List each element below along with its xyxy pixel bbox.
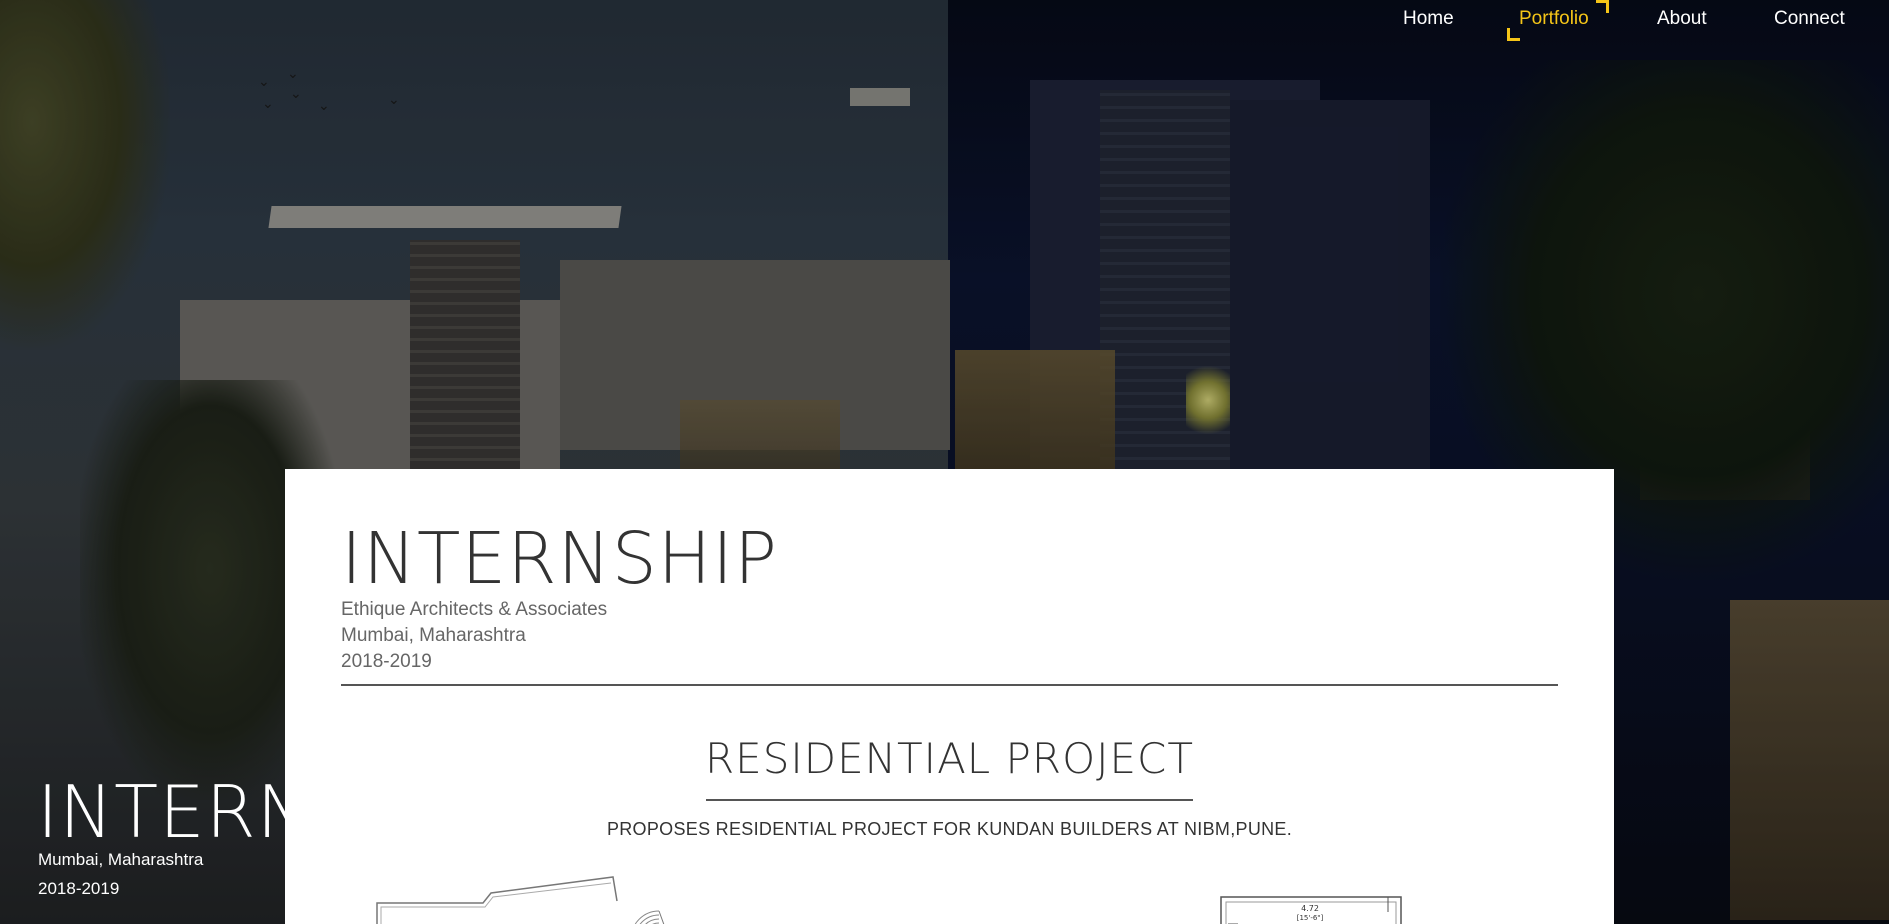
nav-about-link[interactable]: About xyxy=(1657,8,1707,30)
nav-home-link[interactable]: Home xyxy=(1403,8,1454,30)
site-plan-drawing xyxy=(376,876,665,924)
plan-dimension-label: 4.72 xyxy=(1301,904,1319,913)
active-bracket-icon xyxy=(1596,0,1609,13)
page-title: INTERNSHIP xyxy=(341,517,778,600)
section-title: RESIDENTIAL PROJECT xyxy=(704,734,1195,783)
nav-portfolio-link[interactable]: Portfolio xyxy=(1519,8,1589,30)
company-location: Mumbai, Maharashtra xyxy=(341,625,526,646)
internship-years: 2018-2019 xyxy=(341,651,432,672)
floor-plan-drawing: 4.72 [15'-6"] xyxy=(1220,896,1402,924)
active-bracket-icon xyxy=(1507,28,1520,41)
company-name: Ethique Architects & Associates xyxy=(341,599,608,620)
divider xyxy=(341,684,1558,686)
hero-years: 2018-2019 xyxy=(38,879,120,898)
plan-dimension-label-imperial: [15'-6"] xyxy=(1297,914,1324,922)
nav-connect-link[interactable]: Connect xyxy=(1774,8,1845,30)
top-navigation: Home Portfolio About Connect xyxy=(0,0,1889,44)
hero-location: Mumbai, Maharashtra xyxy=(38,850,204,869)
section-divider xyxy=(706,799,1193,801)
project-card: INTERNSHIP Ethique Architects & Associat… xyxy=(285,469,1614,924)
section-description: PROPOSES RESIDENTIAL PROJECT FOR KUNDAN … xyxy=(606,819,1293,839)
